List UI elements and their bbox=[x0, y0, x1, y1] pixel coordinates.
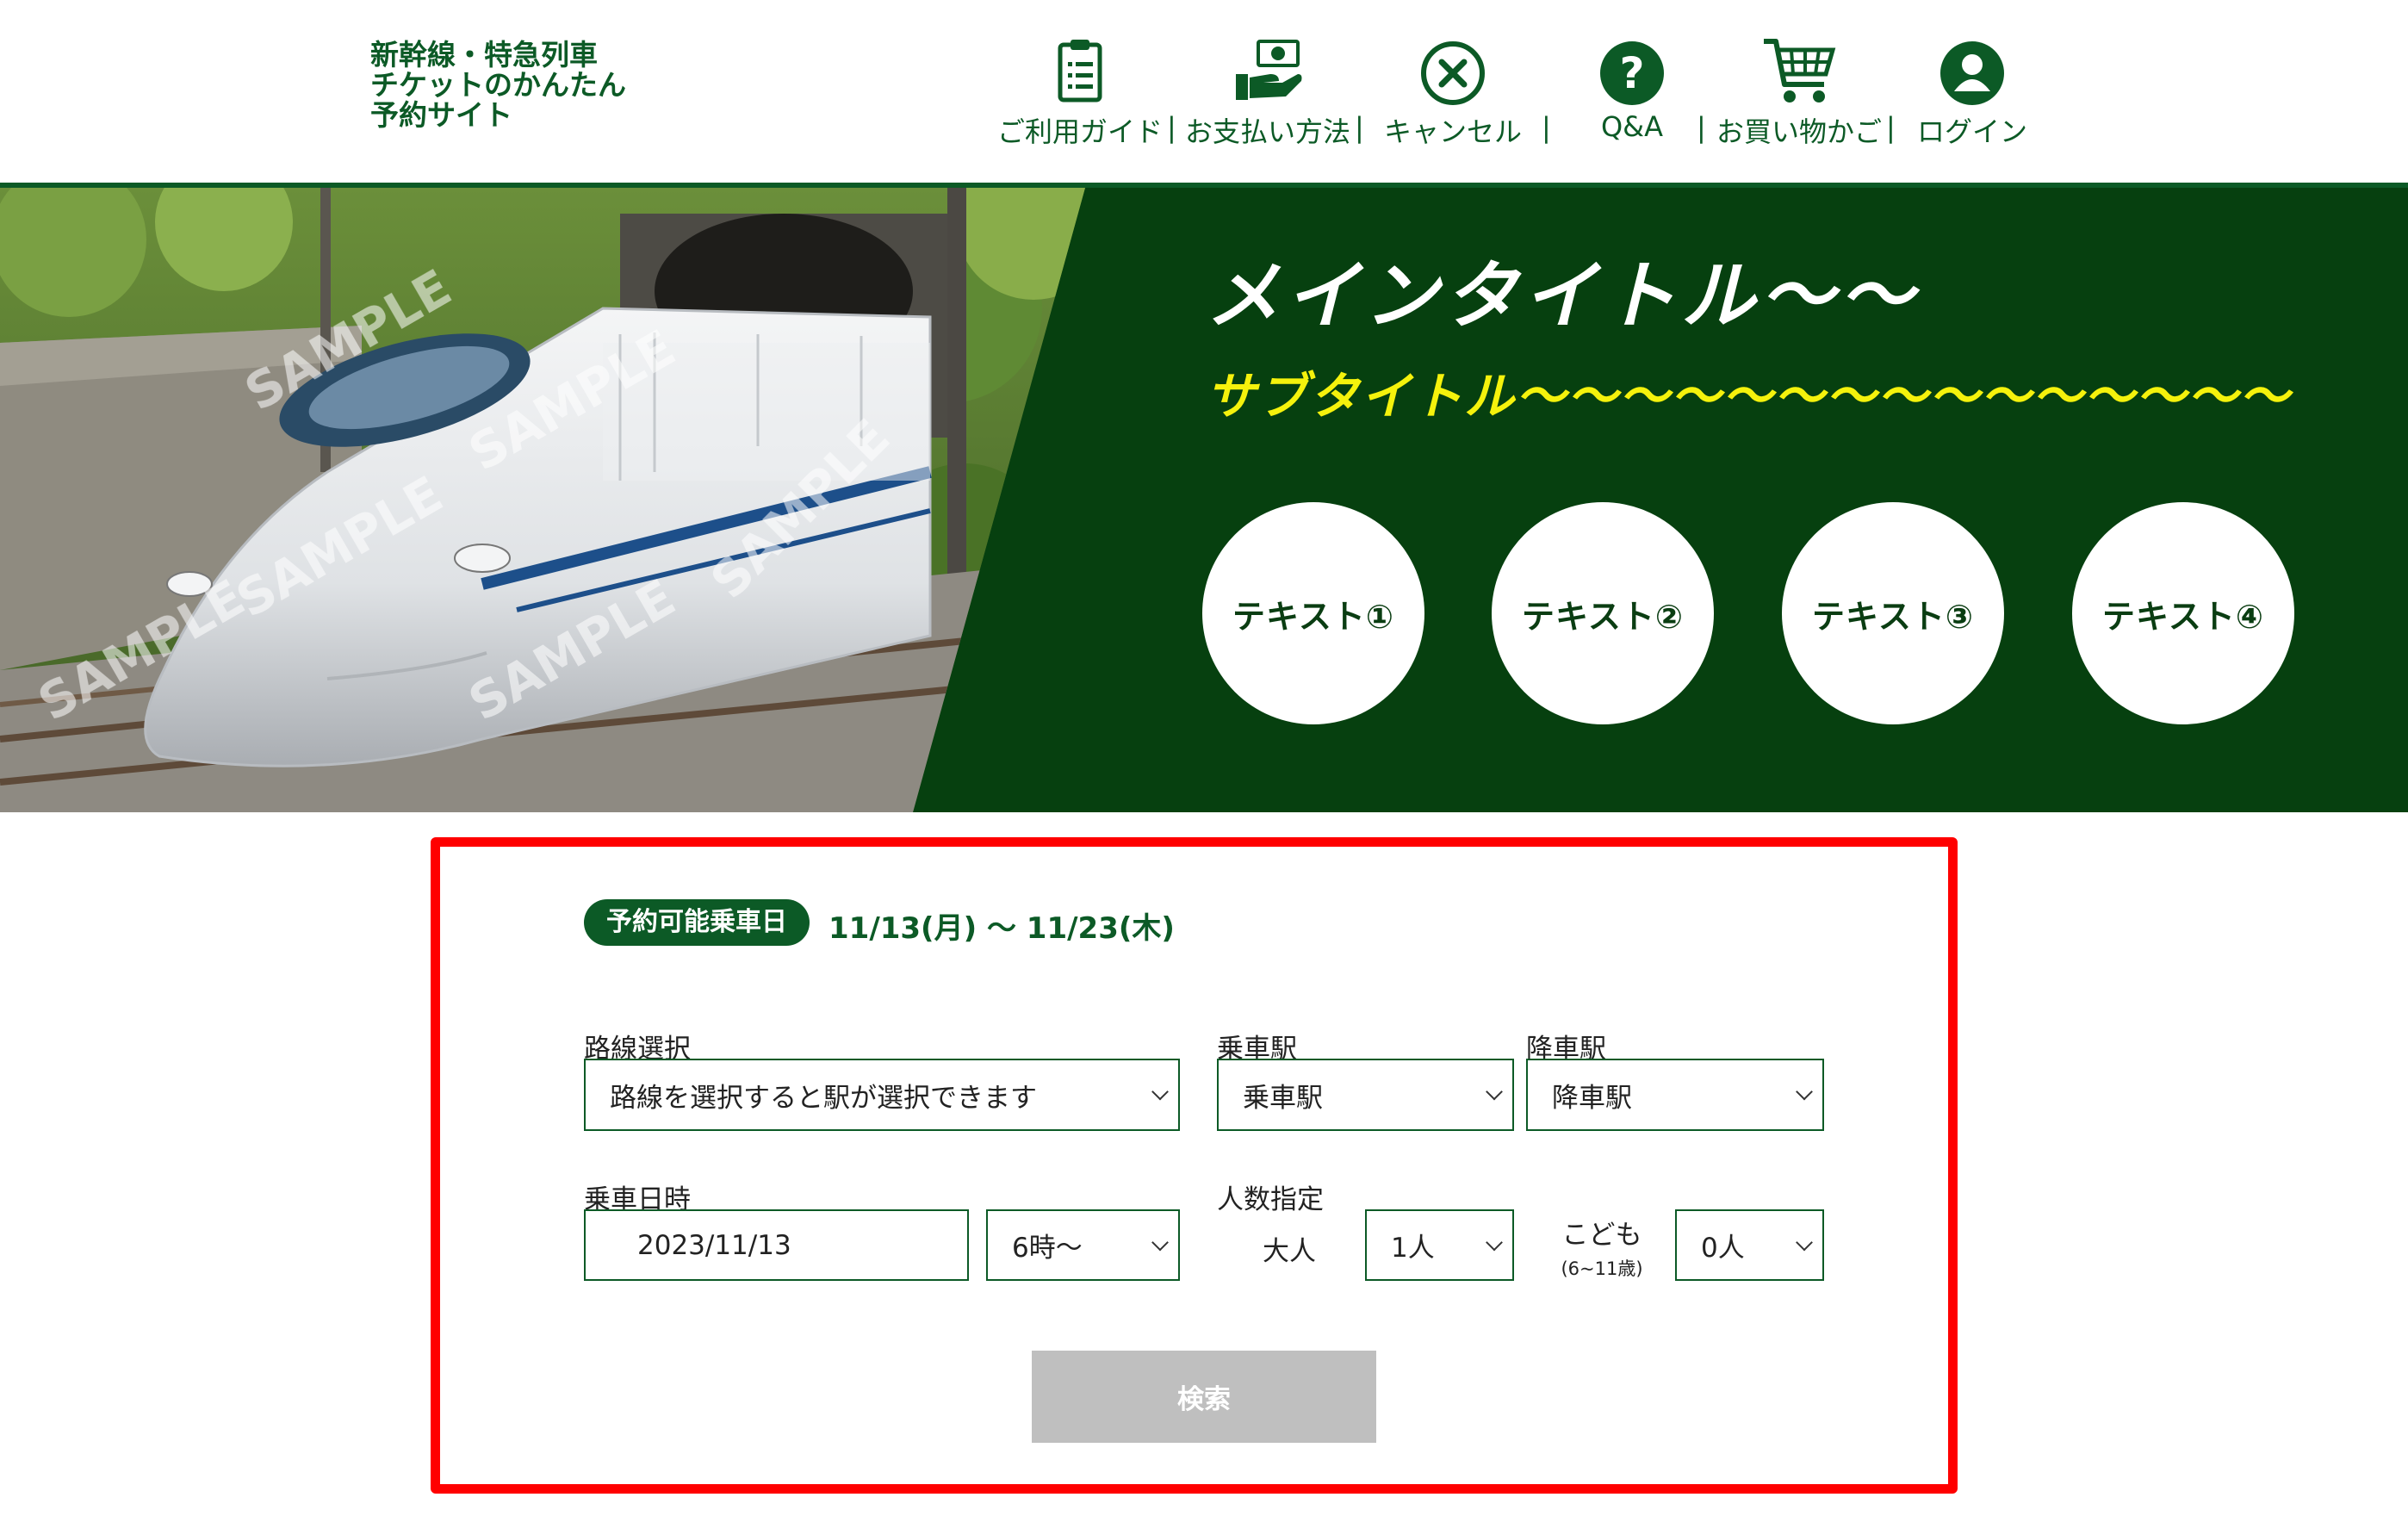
adult-label: 大人 bbox=[1263, 1236, 1316, 1267]
hero-title: メインタイトル〜〜 bbox=[1206, 253, 1919, 339]
nav-cancel[interactable]: キャンセル bbox=[1371, 34, 1535, 151]
hero-banner: SAMPLE SAMPLE SAMPLE SAMPLE SAMPLE SAMPL… bbox=[0, 188, 2408, 812]
payment-hand-icon bbox=[1236, 40, 1302, 100]
chevron-down-icon bbox=[1486, 1233, 1503, 1251]
question-icon: ? bbox=[1600, 41, 1664, 105]
child-count-select[interactable]: 0人 bbox=[1675, 1209, 1824, 1281]
nav-guide-label: ご利用ガイド bbox=[996, 115, 1163, 148]
child-label-group: こども (6~11歳) bbox=[1542, 1213, 1662, 1281]
nav-guide[interactable]: ご利用ガイド bbox=[990, 34, 1170, 151]
site-header: 新幹線・特急列車 チケットのかんたん 予約サイト ご利用ガイド | お支払い方法 bbox=[0, 0, 2408, 183]
nav-separator: | bbox=[1886, 111, 1896, 144]
route-select[interactable]: 路線を選択すると駅が選択できます bbox=[584, 1059, 1180, 1131]
nav-cart[interactable]: お買い物かご bbox=[1709, 34, 1890, 151]
hero-circle-text: テキスト④ bbox=[2101, 597, 2265, 636]
chevron-down-icon bbox=[1796, 1233, 1813, 1251]
hero-circle-text: テキスト① bbox=[1232, 597, 1395, 636]
cancel-circle-icon bbox=[1421, 41, 1485, 105]
cart-icon bbox=[1764, 39, 1836, 103]
nav-payment[interactable]: お支払い方法 bbox=[1178, 34, 1357, 151]
child-label: こども bbox=[1561, 1220, 1642, 1251]
user-icon bbox=[1940, 41, 2004, 105]
hero-circle-3[interactable]: テキスト③ bbox=[1782, 502, 2004, 724]
child-age-note: (6~11歳) bbox=[1561, 1258, 1643, 1279]
adult-count-select[interactable]: 1人 bbox=[1365, 1209, 1514, 1281]
child-count-value: 0人 bbox=[1701, 1233, 1745, 1264]
nav-cart-label: お買い物かご bbox=[1716, 115, 1882, 148]
train-photo: SAMPLE SAMPLE SAMPLE SAMPLE SAMPLE SAMPL… bbox=[0, 188, 1085, 812]
chevron-down-icon bbox=[1486, 1083, 1503, 1101]
search-button[interactable]: 検索 bbox=[1032, 1351, 1376, 1443]
arrival-station-select[interactable]: 降車駅 bbox=[1526, 1059, 1824, 1131]
svg-text:?: ? bbox=[1619, 48, 1644, 98]
route-select-value: 路線を選択すると駅が選択できます bbox=[610, 1082, 1037, 1114]
hero-circle-2[interactable]: テキスト② bbox=[1492, 502, 1714, 724]
departure-select-value: 乗車駅 bbox=[1243, 1082, 1323, 1114]
hero-circle-1[interactable]: テキスト① bbox=[1202, 502, 1424, 724]
nav-qa-label: Q&A bbox=[1600, 110, 1664, 143]
nav-payment-label: お支払い方法 bbox=[1184, 115, 1350, 148]
hero-circle-text: テキスト③ bbox=[1811, 597, 1975, 636]
hero-circle-text: テキスト② bbox=[1521, 597, 1685, 636]
chevron-down-icon bbox=[1151, 1233, 1169, 1251]
reservable-date-range: 11/13(月) 〜 11/23(木) bbox=[829, 911, 1175, 946]
nav-cancel-label: キャンセル bbox=[1383, 115, 1522, 148]
passengers-label: 人数指定 bbox=[1217, 1184, 1324, 1215]
ride-time-value: 6時〜 bbox=[1012, 1233, 1083, 1264]
chevron-down-icon bbox=[1796, 1083, 1813, 1101]
nav-qa[interactable]: ? Q&A bbox=[1559, 34, 1705, 151]
nav-login[interactable]: ログイン bbox=[1903, 34, 2041, 151]
main-nav: ご利用ガイド | お支払い方法 | キャンセル | ? Q&A | お買い物かご… bbox=[990, 34, 2041, 151]
arrival-select-value: 降車駅 bbox=[1552, 1082, 1632, 1114]
ride-date-input[interactable]: 2023/11/13 bbox=[584, 1209, 969, 1281]
ride-date-value: 2023/11/13 bbox=[637, 1229, 791, 1261]
hero-subtitle: サブタイトル〜〜〜〜〜〜〜〜〜〜〜〜〜〜〜 bbox=[1206, 367, 2292, 426]
nav-separator: | bbox=[1542, 111, 1551, 144]
chevron-down-icon bbox=[1151, 1083, 1169, 1101]
nav-separator: | bbox=[1355, 111, 1364, 144]
site-title[interactable]: 新幹線・特急列車 チケットのかんたん 予約サイト bbox=[370, 40, 663, 130]
nav-login-label: ログイン bbox=[1916, 115, 2027, 148]
hero-circle-4[interactable]: テキスト④ bbox=[2072, 502, 2294, 724]
nav-separator: | bbox=[1697, 111, 1706, 144]
nav-separator: | bbox=[1167, 111, 1176, 144]
departure-station-select[interactable]: 乗車駅 bbox=[1217, 1059, 1514, 1131]
guide-clipboard-icon bbox=[1058, 40, 1102, 103]
adult-count-value: 1人 bbox=[1391, 1233, 1435, 1264]
reservable-date-badge: 予約可能乗車日 bbox=[584, 899, 810, 946]
ride-time-select[interactable]: 6時〜 bbox=[986, 1209, 1180, 1281]
